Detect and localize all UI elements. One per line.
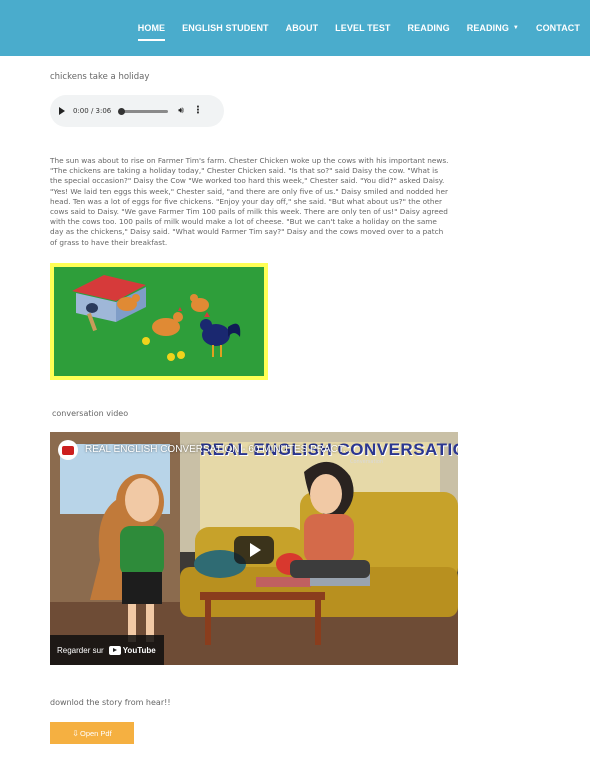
chickens-illustration xyxy=(54,267,264,376)
nav-about-label: ABOUT xyxy=(285,23,319,33)
story-title: chickens take a holiday xyxy=(50,72,150,82)
nav-home-label: HOME xyxy=(137,23,166,33)
open-pdf-label: Open Pdf xyxy=(80,728,112,738)
nav-level-test-label: LEVEL TEST xyxy=(335,23,391,33)
youtube-wordmark: YouTube xyxy=(122,645,156,655)
navbar: HOME ENGLISH STUDENT ABOUT LEVEL TEST RE… xyxy=(0,0,590,56)
story-illustration xyxy=(50,263,268,380)
nav-english-student[interactable]: ENGLISH STUDENT xyxy=(182,23,269,33)
nav-reading[interactable]: READING xyxy=(408,23,450,33)
open-pdf-button[interactable]: ⇩ Open Pdf xyxy=(50,722,134,744)
play-icon xyxy=(250,543,261,557)
video-embed[interactable]: REAL ENGLISH CONVERSATION REAL ENGLISH C… xyxy=(50,432,458,665)
video-subtitle: Conversation xyxy=(350,459,384,465)
audio-progress-slider[interactable] xyxy=(118,107,169,115)
nav-reading-label: READING xyxy=(407,23,450,33)
channel-icon[interactable] xyxy=(58,440,78,460)
story-text: The sun was about to rise on Farmer Tim'… xyxy=(50,156,449,247)
nav-level-test[interactable]: LEVEL TEST xyxy=(335,23,390,33)
watch-on-youtube-button[interactable]: Regarder sur YouTube xyxy=(50,635,164,665)
video-section-label: conversation video xyxy=(52,409,129,418)
nav-reading-dropdown-label: READING xyxy=(466,23,509,33)
caret-down-icon: ▼ xyxy=(512,25,519,31)
nav-english-student-label: ENGLISH STUDENT xyxy=(182,23,269,33)
youtube-logo-icon xyxy=(108,645,121,655)
nav-home[interactable]: HOME xyxy=(137,23,166,41)
nav-contact[interactable]: CONTACT xyxy=(536,23,580,33)
download-icon: ⇩ xyxy=(72,728,79,738)
download-prompt: downlod the story from hear!! xyxy=(50,698,171,707)
volume-icon[interactable]: 🔊︎ xyxy=(178,106,184,116)
video-title[interactable]: REAL ENGLISH CONVERSATION - 60 MINUTES P… xyxy=(85,444,351,455)
audio-time: 0:00 / 3:06 xyxy=(73,107,112,115)
nav-about[interactable]: ABOUT xyxy=(286,23,319,33)
nav-contact-label: CONTACT xyxy=(535,23,580,33)
video-play-button[interactable] xyxy=(234,536,274,564)
nav-reading-dropdown[interactable]: READING ▼ xyxy=(467,23,519,33)
audio-progress-knob[interactable] xyxy=(118,107,126,115)
more-options-icon[interactable]: ⋮ xyxy=(193,106,203,116)
watch-on-label: Regarder sur xyxy=(57,645,104,655)
nav-menu: HOME ENGLISH STUDENT ABOUT LEVEL TEST RE… xyxy=(121,0,590,56)
play-icon[interactable] xyxy=(59,107,65,115)
audio-player[interactable]: 0:00 / 3:06 🔊︎ ⋮ xyxy=(50,95,224,127)
